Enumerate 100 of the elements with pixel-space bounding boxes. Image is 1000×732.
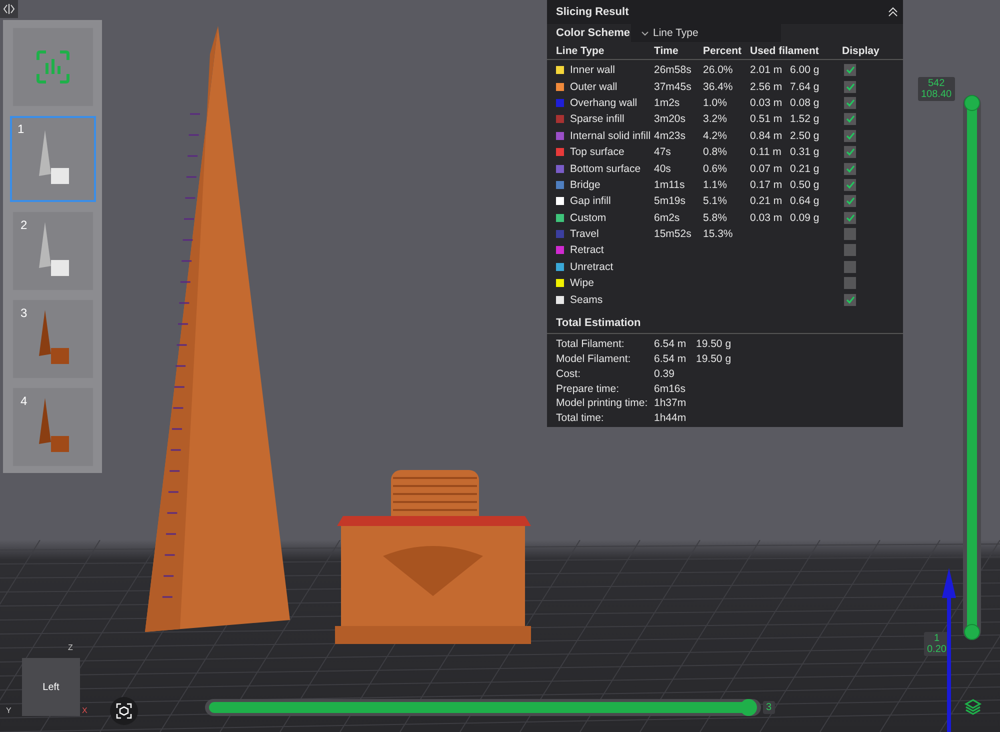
layer-slider-track[interactable] [963,95,981,640]
percent-cell: 1.1% [703,178,727,191]
display-checkbox[interactable] [844,130,856,142]
weight-cell: 1.52 g [790,113,820,126]
axis-label: Y [6,706,12,715]
top-layer-handle[interactable] [964,95,980,111]
weight-cell: 0.31 g [790,146,820,158]
display-checkbox[interactable] [844,113,856,126]
percent-cell: 15.3% [703,228,733,240]
percent-cell: 1.0% [703,96,727,109]
length-cell: 0.17 m [750,178,782,191]
percent-cell: 3.2% [703,113,727,126]
estimate-value: 19.50 g [696,353,732,366]
line-type-name: Gap infill [570,195,612,208]
time-cell: 4m23s [654,130,686,142]
weight-cell: 0.08 g [790,96,820,109]
weight-cell: 0.21 g [790,162,820,175]
column-header: Line Type [556,44,606,56]
move-slider-handle[interactable] [740,699,757,716]
percent-cell: 5.8% [703,212,727,224]
length-cell: 0.84 m [750,130,782,142]
collapse-icon[interactable] [887,7,899,17]
display-checkbox[interactable] [844,212,856,224]
estimate-value: 6.54 m [654,353,688,366]
display-checkbox[interactable] [844,64,856,76]
display-checkbox[interactable] [844,294,856,306]
line-type-name: Seams [570,294,604,306]
time-cell: 40s [654,162,671,175]
display-checkbox[interactable] [844,195,856,208]
estimate-label: Model Filament: [556,353,632,366]
time-cell: 26m58s [654,64,692,76]
display-checkbox[interactable] [844,244,856,256]
line-type-name: Bridge [570,178,602,191]
line-type-name: Inner wall [570,64,616,76]
color-scheme-label: Color Scheme [556,27,631,39]
estimate-value: 0.39 [654,368,676,380]
panel-title: Slicing Result [556,6,629,18]
column-header: Time [654,44,680,56]
length-cell: 0.51 m [750,113,782,126]
plate-thumbnail[interactable]: 1 [10,116,96,202]
length-cell: 0.03 m [750,212,782,224]
display-checkbox[interactable] [844,277,856,290]
estimate-label: Prepare time: [556,382,620,395]
slice-all-tile[interactable] [12,28,92,106]
display-checkbox[interactable] [844,178,856,191]
column-header: Percent [703,44,743,56]
estimate-value: 6m16s [654,382,687,395]
display-checkbox[interactable] [844,162,856,175]
line-type-name: Bottom surface [570,162,642,175]
view-cube[interactable]: Left [22,658,80,716]
percent-cell: 5.1% [703,195,727,208]
display-checkbox[interactable] [844,228,856,240]
top-layer-label: 542 108.40 [918,77,955,101]
line-type-name: Retract [570,244,605,256]
percent-cell: 4.2% [703,130,727,142]
weight-cell: 0.64 g [790,195,820,208]
line-type-name: Internal solid infill [570,130,652,142]
move-slider-value: 3 [763,701,775,714]
estimate-value: 19.50 g [696,338,732,350]
estimate-label: Total time: [556,412,605,424]
estimate-value: 1h37m [654,397,688,410]
length-cell: 0.03 m [750,96,782,109]
color-scheme-dropdown[interactable]: Line Type [631,24,781,42]
percent-cell: 26.0% [703,64,733,76]
display-checkbox[interactable] [844,260,856,273]
column-header: Display [842,44,880,56]
time-cell: 37m45s [654,80,692,93]
collapse-sidebar-icon[interactable] [0,0,18,18]
bottom-layer-handle[interactable] [964,624,980,640]
plate-thumbnail[interactable]: 2 [12,212,92,290]
line-type-name: Top surface [570,146,626,158]
display-checkbox[interactable] [844,146,856,158]
caret-icon [641,30,649,36]
line-type-name: Sparse infill [570,113,626,126]
time-cell: 1m2s [654,96,680,109]
weight-cell: 6.00 g [790,64,820,76]
axis-label: X [82,706,88,715]
line-type-name: Outer wall [570,80,618,93]
estimate-label: Model printing time: [556,397,649,410]
display-checkbox[interactable] [844,96,856,109]
display-checkbox[interactable] [844,80,856,93]
layers-icon[interactable] [964,698,982,716]
plate-thumbnail[interactable]: 3 [12,300,92,378]
estimate-label: Total Filament: [556,338,626,350]
line-type-name: Travel [570,228,600,240]
line-type-name: Wipe [570,277,595,290]
percent-cell: 0.8% [703,146,727,158]
bottom-layer-label: 1 0.20 [924,632,950,656]
time-cell: 15m52s [654,228,692,240]
line-type-name: Unretract [570,260,614,273]
column-header: Used filament [750,44,820,56]
move-slider-track[interactable] [205,699,761,716]
time-cell: 3m20s [654,113,686,126]
length-cell: 2.01 m [750,64,782,76]
section-title: Total Estimation [556,316,641,329]
estimate-label: Cost: [556,368,582,380]
weight-cell: 7.64 g [790,80,820,93]
view-reset-icon[interactable] [110,697,138,725]
axis-label: Z [68,643,73,652]
plate-thumbnail[interactable]: 4 [12,388,92,466]
